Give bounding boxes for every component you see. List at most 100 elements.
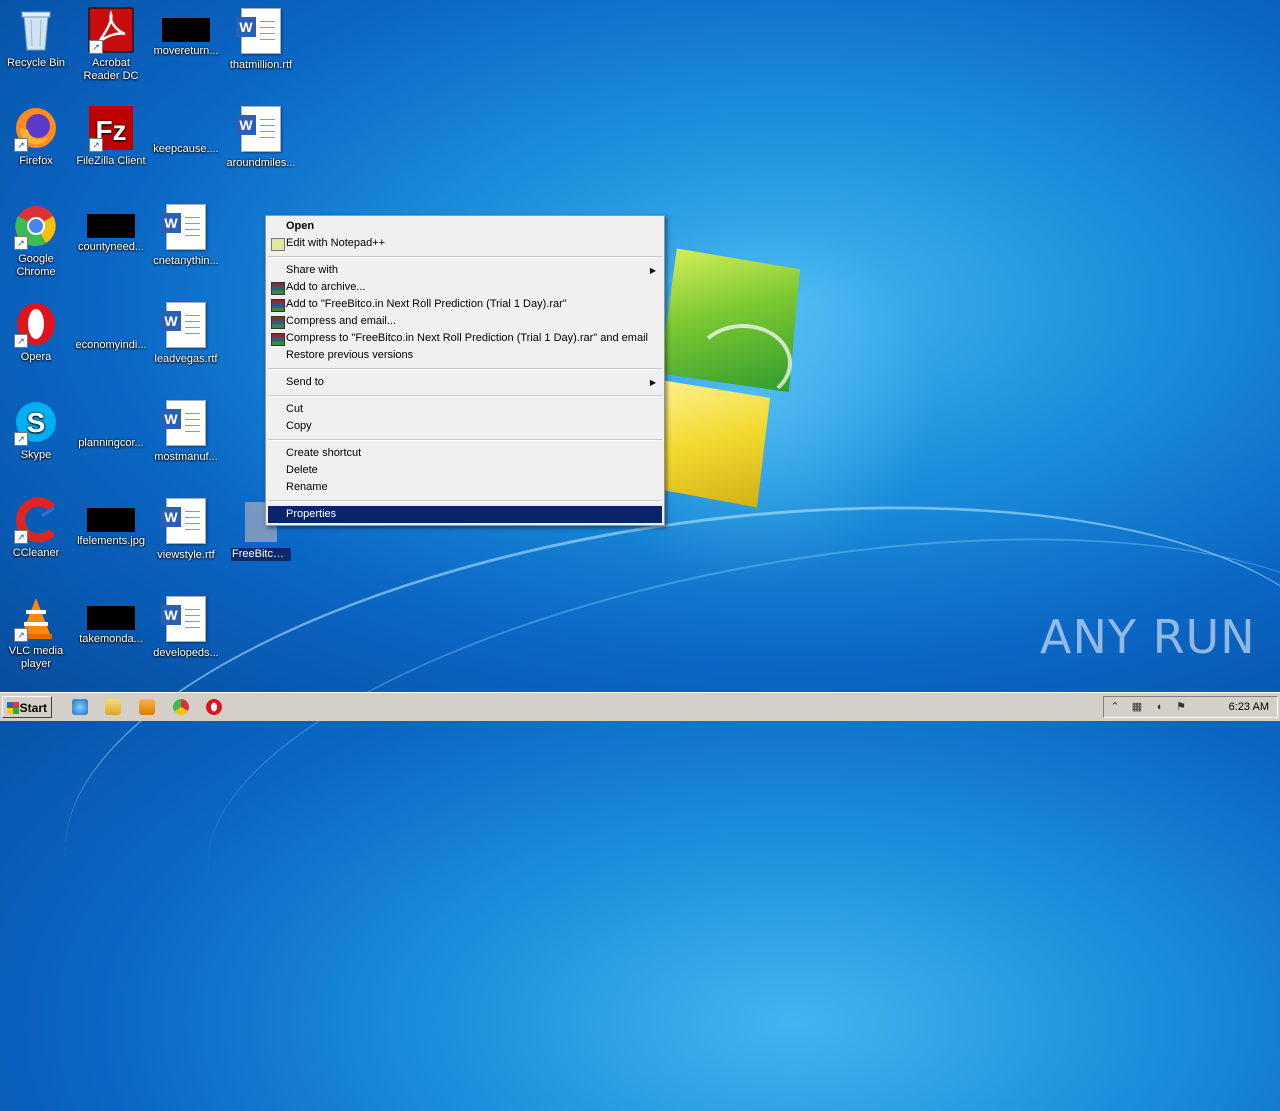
desktop-icon-ccleaner[interactable]: ↗ CCleaner <box>0 496 74 560</box>
menu-item-send-to[interactable]: Send to ▶ <box>268 374 662 391</box>
icon-label: FileZilla Client <box>76 155 146 167</box>
icon-label: viewstyle.rtf <box>157 549 215 561</box>
desktop-icon-cnetanythin[interactable]: W cnetanythin... <box>148 202 224 268</box>
menu-item-label: Share with <box>286 264 338 276</box>
menu-item-label: Add to archive... <box>286 281 366 293</box>
shortcut-arrow-icon: ↗ <box>14 138 28 152</box>
menu-item-restore-previous-versions[interactable]: Restore previous versions <box>268 347 662 364</box>
shortcut-arrow-icon: ↗ <box>89 138 103 152</box>
show-hidden-icons-icon[interactable]: ⌃ <box>1108 700 1122 714</box>
notepadpp-icon <box>271 238 285 251</box>
menu-item-open[interactable]: Open <box>268 218 662 235</box>
shortcut-arrow-icon: ↗ <box>14 432 28 446</box>
desktop-icon-developeds[interactable]: W developeds... <box>148 594 224 660</box>
desktop-icon-keepcause[interactable]: keepcause.... <box>148 104 224 156</box>
desktop-icon-leadvegas[interactable]: W leadvegas.rtf <box>148 300 224 366</box>
desktop-icon-viewstyle[interactable]: W viewstyle.rtf <box>148 496 224 562</box>
icon-label: planningcor... <box>78 437 144 449</box>
clock[interactable]: 6:23 AM <box>1229 697 1269 717</box>
submenu-arrow-icon: ▶ <box>649 266 656 275</box>
word-document-icon: W <box>161 596 206 642</box>
desktop-icon-countyneed[interactable]: countyneed... <box>73 202 149 254</box>
menu-item-edit-notepadpp[interactable]: Edit with Notepad++ <box>268 235 662 252</box>
desktop-icon-firefox[interactable]: ↗ Firefox <box>0 104 74 168</box>
desktop-icon-lfelements[interactable]: lfelements.jpg <box>73 496 149 548</box>
volume-icon[interactable]: ◖ <box>1152 700 1166 714</box>
desktop-icon-acrobat[interactable]: ↗ Acrobat Reader DC <box>73 6 149 83</box>
start-button[interactable]: Start <box>2 696 52 718</box>
action-center-flag-icon[interactable]: ⚑ <box>1174 700 1188 714</box>
winrar-icon <box>271 316 285 329</box>
desktop-icon-planningcor[interactable]: planningcor... <box>73 398 149 450</box>
icon-label: mostmanuf... <box>154 451 218 463</box>
menu-item-delete[interactable]: Delete <box>268 462 662 479</box>
menu-separator <box>268 256 662 258</box>
menu-item-cut[interactable]: Cut <box>268 401 662 418</box>
image-thumbnail <box>87 508 135 532</box>
media-player-icon[interactable] <box>139 699 155 715</box>
taskbar: Start ⌃ ▦ ◖ ⚑ 6:23 AM <box>0 692 1280 721</box>
desktop-icon-takemonda[interactable]: takemonda... <box>73 594 149 646</box>
icon-label: keepcause.... <box>153 143 219 155</box>
ccleaner-icon: ↗ <box>12 496 60 544</box>
icon-label: lfelements.jpg <box>77 535 145 547</box>
recycle-bin-icon <box>12 6 60 54</box>
icon-label: Google Chrome <box>16 253 56 278</box>
icon-label: thatmillion.rtf <box>229 59 293 71</box>
icon-label: leadvegas.rtf <box>154 353 218 365</box>
menu-item-label: Compress and email... <box>286 315 397 327</box>
menu-item-properties[interactable]: Properties <box>268 506 662 523</box>
windows-logo-green <box>660 247 800 394</box>
icon-label: economyindi... <box>75 339 147 351</box>
desktop-icon-aroundmiles[interactable]: W aroundmiles... <box>223 104 299 170</box>
desktop-icon-filezilla[interactable]: Fz ↗ FileZilla Client <box>73 104 149 168</box>
network-icon[interactable]: ▦ <box>1130 700 1144 714</box>
file-thumbnail <box>162 116 210 140</box>
icon-label: VLC media player <box>8 645 64 670</box>
menu-item-label: Restore previous versions <box>286 349 414 361</box>
menu-item-label: Properties <box>286 508 337 520</box>
file-thumbnail <box>87 410 135 434</box>
desktop-icon-opera[interactable]: ↗ Opera <box>0 300 74 364</box>
desktop-icon-skype[interactable]: S ↗ Skype <box>0 398 74 462</box>
word-document-icon: W <box>161 302 206 348</box>
desktop-icon-recycle-bin[interactable]: Recycle Bin <box>0 6 74 70</box>
menu-item-create-shortcut[interactable]: Create shortcut <box>268 445 662 462</box>
menu-item-add-to-archive[interactable]: Add to archive... <box>268 279 662 296</box>
menu-item-share-with[interactable]: Share with ▶ <box>268 262 662 279</box>
desktop-icon-movereturn[interactable]: movereturn... <box>148 6 224 58</box>
word-document-icon: W <box>236 106 281 152</box>
file-explorer-icon[interactable] <box>105 699 121 715</box>
menu-item-compress-to-rar-email[interactable]: Compress to "FreeBitco.in Next Roll Pred… <box>268 330 662 347</box>
internet-explorer-icon[interactable] <box>72 699 88 715</box>
wallpaper-swirl <box>694 324 792 402</box>
menu-item-label: Rename <box>286 481 328 493</box>
icon-label: Opera <box>20 351 52 363</box>
menu-item-copy[interactable]: Copy <box>268 418 662 435</box>
menu-item-label: Add to "FreeBitco.in Next Roll Predictio… <box>286 298 567 310</box>
icon-label: countyneed... <box>77 241 145 253</box>
skype-icon: S ↗ <box>12 398 60 446</box>
word-document-icon: W <box>161 498 206 544</box>
system-tray: ⌃ ▦ ◖ ⚑ 6:23 AM <box>1103 696 1278 718</box>
file-thumbnail <box>87 312 135 336</box>
shortcut-arrow-icon: ↗ <box>89 40 103 54</box>
icon-label: CCleaner <box>12 547 60 559</box>
word-document-icon: W <box>161 400 206 446</box>
opera-icon[interactable] <box>206 699 222 715</box>
menu-item-add-to-rar[interactable]: Add to "FreeBitco.in Next Roll Predictio… <box>268 296 662 313</box>
opera-icon: ↗ <box>12 300 60 348</box>
chrome-icon[interactable] <box>173 699 189 715</box>
icon-label: takemonda... <box>79 633 143 645</box>
desktop-icon-economyindi[interactable]: economyindi... <box>73 300 149 352</box>
desktop-icon-mostmanuf[interactable]: W mostmanuf... <box>148 398 224 464</box>
word-document-icon: W <box>236 8 281 54</box>
start-label: Start <box>19 701 47 715</box>
desktop-icon-vlc[interactable]: ↗ VLC media player <box>0 594 74 671</box>
menu-item-rename[interactable]: Rename <box>268 479 662 496</box>
desktop-icon-google-chrome[interactable]: ↗ Google Chrome <box>0 202 74 279</box>
winrar-icon <box>271 282 285 295</box>
menu-item-compress-and-email[interactable]: Compress and email... <box>268 313 662 330</box>
menu-item-label: Send to <box>286 376 324 388</box>
desktop-icon-thatmillion[interactable]: W thatmillion.rtf <box>223 6 299 72</box>
